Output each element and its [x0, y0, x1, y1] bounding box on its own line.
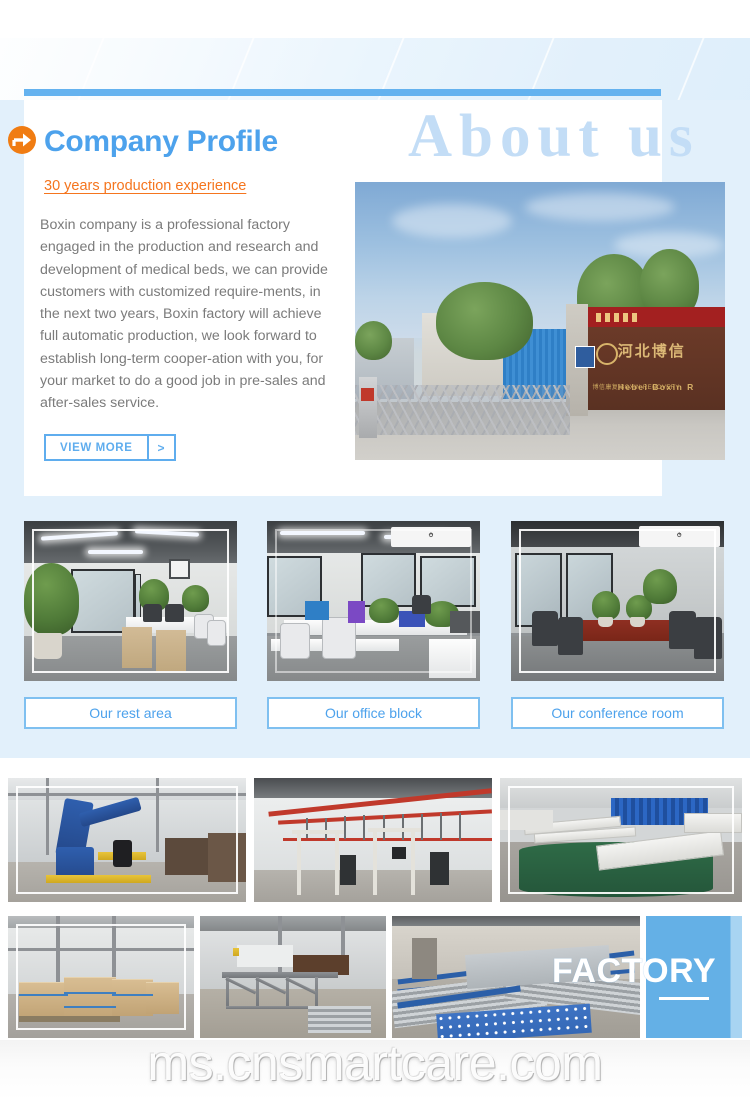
office-card[interactable]: ⏱ Our conference room — [511, 521, 724, 729]
office-caption-label: Our rest area — [89, 705, 172, 721]
welding-robot-photo — [8, 778, 246, 902]
conference-room-photo: ⏱ — [511, 521, 724, 681]
office-gallery: Our rest area ⏱ Our office block ⏱ Our c… — [24, 521, 726, 731]
view-more-button[interactable]: VIEW MORE > — [44, 434, 176, 461]
panel-underline — [659, 996, 710, 1000]
signboard-chinese-text: 河北博信 — [617, 343, 686, 361]
about-us-watermark-heading: About us — [408, 103, 700, 170]
circle-arrow-right-icon — [8, 126, 36, 154]
office-caption-label: Our office block — [324, 705, 422, 721]
steel-frames-photo — [200, 916, 386, 1038]
office-block-photo: ⏱ — [267, 521, 480, 681]
page-title: Company Profile — [44, 125, 278, 158]
office-caption[interactable]: Our office block — [267, 697, 480, 729]
experience-tagline: 30 years production experience — [44, 178, 247, 194]
retractable-gate — [355, 384, 570, 435]
painting-line-photo — [254, 778, 492, 902]
factory-gate-photo: 河北博信 Hebei Boxin R 博信康复 BOXIN RECOVERY — [355, 182, 725, 460]
view-more-label: VIEW MORE — [60, 441, 133, 454]
timer-logo-icon: ⏱ — [638, 525, 720, 547]
office-caption[interactable]: Our conference room — [511, 697, 724, 729]
rest-area-photo — [24, 521, 237, 681]
office-caption[interactable]: Our rest area — [24, 697, 237, 729]
signboard-sub-text: 博信康复 BOXIN RECOVERY — [592, 385, 680, 392]
company-profile-text: Boxin company is a professional factory … — [40, 217, 328, 412]
office-caption-label: Our conference room — [551, 705, 684, 721]
factory-gallery — [0, 758, 750, 1040]
dipping-tank-photo — [500, 778, 742, 902]
office-card[interactable]: Our rest area — [24, 521, 237, 729]
factory-label: FACTORY — [552, 952, 717, 990]
packed-cartons-photo — [8, 916, 194, 1038]
section-accent-bar — [24, 89, 661, 96]
timer-logo-icon: ⏱ — [390, 527, 472, 547]
top-decorative-banner — [0, 0, 750, 100]
chevron-right-icon: > — [157, 440, 165, 455]
bx-logo-icon — [595, 343, 618, 366]
office-card[interactable]: ⏱ Our office block — [267, 521, 480, 729]
about-us-page: About us Company Profile 30 years produc… — [0, 0, 750, 1100]
company-signboard — [588, 326, 725, 410]
site-watermark: ms.cnsmartcare.com — [147, 1035, 603, 1091]
